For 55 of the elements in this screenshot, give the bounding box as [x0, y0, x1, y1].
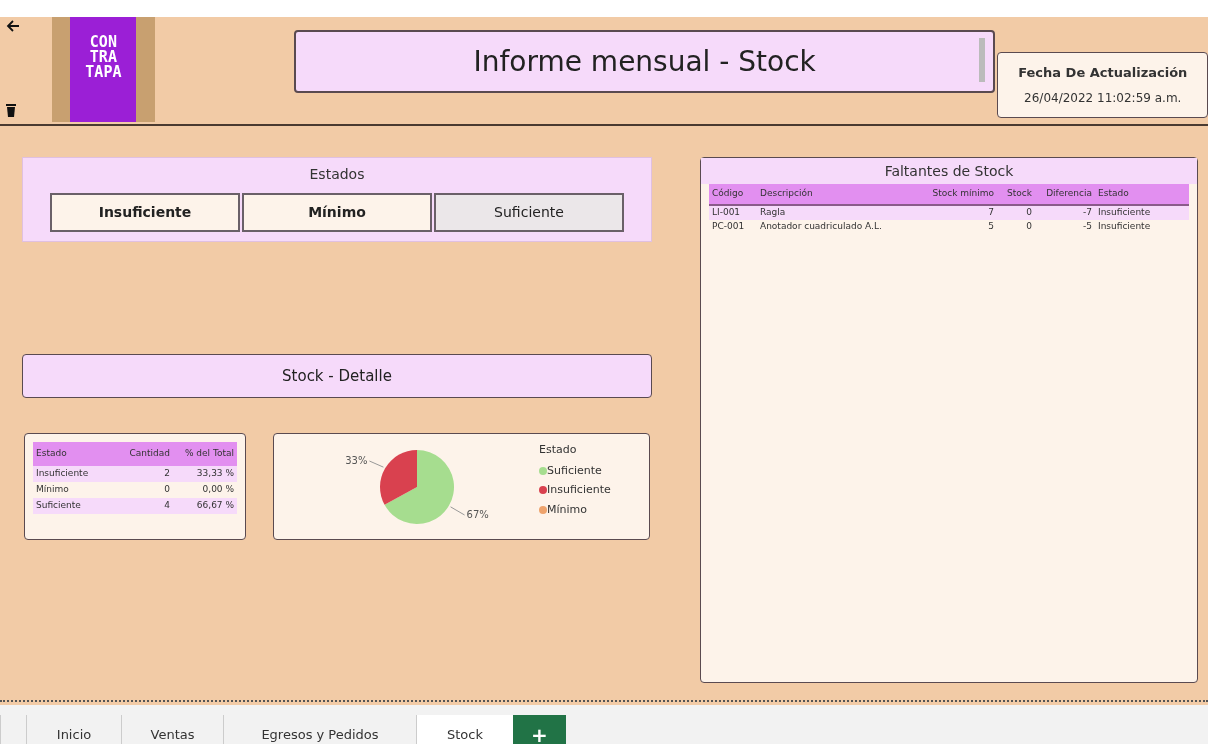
table-cell-text: -7 [1082, 206, 1093, 220]
table-cell-text: -5 [1082, 220, 1093, 234]
column-header: Stock [1006, 187, 1033, 201]
table-cell-text: Ragla [759, 206, 787, 220]
legend-label: Insuficiente [547, 482, 611, 498]
column-header: Código [711, 187, 745, 201]
slicer-item[interactable]: Mínimo [242, 193, 432, 232]
date-value: 26/04/2022 11:02:59 a.m. [1024, 89, 1182, 107]
trash-icon[interactable] [6, 103, 16, 117]
slicer-item[interactable]: Suficiente [434, 193, 624, 232]
add-sheet-button[interactable]: + [513, 715, 566, 744]
column-header: Diferencia [1045, 187, 1093, 201]
logo-text: TRA [89, 50, 117, 65]
date-label: Fecha De Actualización [1018, 64, 1188, 83]
table-cell-text: 0 [163, 483, 171, 497]
column-header: Descripción [759, 187, 814, 201]
column-header: % del Total [183, 447, 235, 461]
back-arrow-icon[interactable] [6, 19, 20, 33]
table-cell-text: 4 [163, 499, 171, 513]
sheet-tab[interactable]: Stock [416, 715, 513, 744]
column-header: Cantidad [128, 447, 171, 461]
leader-line [368, 460, 384, 468]
table-cell-text: 2 [163, 467, 171, 481]
table-cell-text: Insuficiente [1097, 206, 1152, 220]
column-header: Estado [35, 447, 68, 461]
logo-text: TAPA [85, 65, 122, 80]
legend-label: Suficiente [547, 462, 602, 479]
legend-label: Mínimo [547, 501, 588, 518]
table-cell-text: 0,00 % [201, 483, 235, 497]
leader-line [450, 506, 466, 516]
table-cell-text: 0 [1025, 206, 1033, 220]
data-label: 67% [466, 509, 489, 520]
table-cell-text: 66,67 % [195, 499, 235, 513]
table-cell-text: Insuficiente [35, 467, 90, 481]
table-cell-text: 0 [1025, 220, 1033, 234]
table-cell-text: Insuficiente [1097, 220, 1152, 234]
table-cell-text: PC-001 [711, 220, 746, 234]
panel-title: Faltantes de Stock [884, 162, 1014, 181]
table-cell-text: Anotador cuadriculado A.L. [759, 220, 883, 234]
table-cell-text: Suficiente [35, 499, 82, 513]
scrollbar [979, 38, 986, 82]
section-title: Stock - Detalle [282, 365, 392, 387]
slicer-item[interactable]: Insuficiente [50, 193, 240, 232]
logo-text: CON [89, 35, 117, 50]
table-cell-text: Mínimo [35, 483, 70, 497]
panel-title: Estados [309, 165, 365, 184]
table-cell-text: 7 [987, 206, 995, 220]
column-header: Estado [1097, 187, 1130, 201]
table-cell-text: LI-001 [711, 206, 742, 220]
legend-title: Estado [539, 442, 578, 458]
report-title: Informe mensual - Stock [473, 43, 816, 80]
data-label: 33% [345, 455, 368, 466]
table-cell-text: 33,33 % [195, 467, 235, 481]
column-header: Stock mínimo [931, 187, 995, 201]
table-cell-text: 5 [987, 220, 995, 234]
